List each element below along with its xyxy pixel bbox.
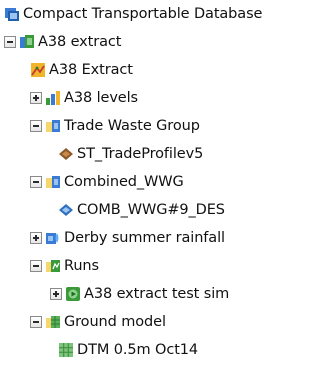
tree-item-trade-waste-group[interactable]: Trade Waste Group: [30, 112, 200, 140]
expand-toggle[interactable]: [30, 92, 42, 104]
folder-group-icon: [46, 176, 60, 188]
levels-icon: [46, 91, 60, 105]
database-tree: Compact Transportable Database A38 extra…: [0, 0, 304, 378]
tree-item-a38-levels[interactable]: A38 levels: [30, 84, 138, 112]
ground-model-group-icon: [46, 316, 60, 328]
collapse-toggle[interactable]: [30, 316, 42, 328]
tree-item-label: COMB_WWG#9_DES: [77, 202, 225, 218]
tree-item-label: DTM 0.5m Oct14: [77, 342, 199, 358]
tree-item-label: ST_TradeProfilev5: [77, 146, 204, 162]
expand-toggle[interactable]: [50, 288, 62, 300]
tree-item-label: A38 levels: [64, 90, 139, 106]
tree-item-label: A38 extract test sim: [84, 286, 230, 302]
grid-model-icon: [59, 343, 73, 357]
network-group-icon: [20, 35, 34, 48]
tree-item-label: Runs: [64, 258, 99, 274]
database-icon: [5, 8, 19, 21]
rainfall-group-icon: [46, 233, 59, 244]
collapse-toggle[interactable]: [30, 176, 42, 188]
wastewater-icon: [59, 204, 73, 216]
collapse-toggle[interactable]: [4, 36, 16, 48]
tree-item-label: Compact Transportable Database: [23, 6, 263, 22]
expand-toggle[interactable]: [30, 232, 42, 244]
tree-item-label: Combined_WWG: [64, 174, 184, 190]
tree-item-label: A38 Extract: [49, 62, 133, 78]
tree-item-a38-sim[interactable]: A38 extract test sim: [50, 280, 229, 308]
runs-group-icon: [46, 260, 60, 272]
collapse-toggle[interactable]: [30, 120, 42, 132]
tree-item-derby-rainfall[interactable]: Derby summer rainfall: [30, 224, 225, 252]
network-model-icon: [31, 63, 45, 77]
tree-item-label: Derby summer rainfall: [64, 230, 225, 246]
tree-item-root[interactable]: Compact Transportable Database: [4, 0, 262, 28]
simulation-icon: [66, 287, 80, 301]
trade-profile-icon: [59, 148, 73, 160]
collapse-toggle[interactable]: [30, 260, 42, 272]
tree-item-combined-wwg[interactable]: Combined_WWG: [30, 168, 184, 196]
tree-item-comb-wwg-des[interactable]: COMB_WWG#9_DES: [58, 196, 225, 224]
tree-item-trade-profile[interactable]: ST_TradeProfilev5: [58, 140, 203, 168]
tree-item-label: A38 extract: [38, 34, 122, 50]
tree-item-a38-extract[interactable]: A38 Extract: [30, 56, 133, 84]
folder-group-icon: [46, 120, 60, 132]
tree-item-dtm[interactable]: DTM 0.5m Oct14: [58, 336, 198, 364]
tree-item-runs[interactable]: Runs: [30, 252, 99, 280]
tree-item-ground-model-group[interactable]: Ground model: [30, 308, 166, 336]
tree-item-label: Trade Waste Group: [64, 118, 200, 134]
tree-item-a38-extract-group[interactable]: A38 extract: [4, 28, 121, 56]
tree-item-label: Ground model: [64, 314, 166, 330]
